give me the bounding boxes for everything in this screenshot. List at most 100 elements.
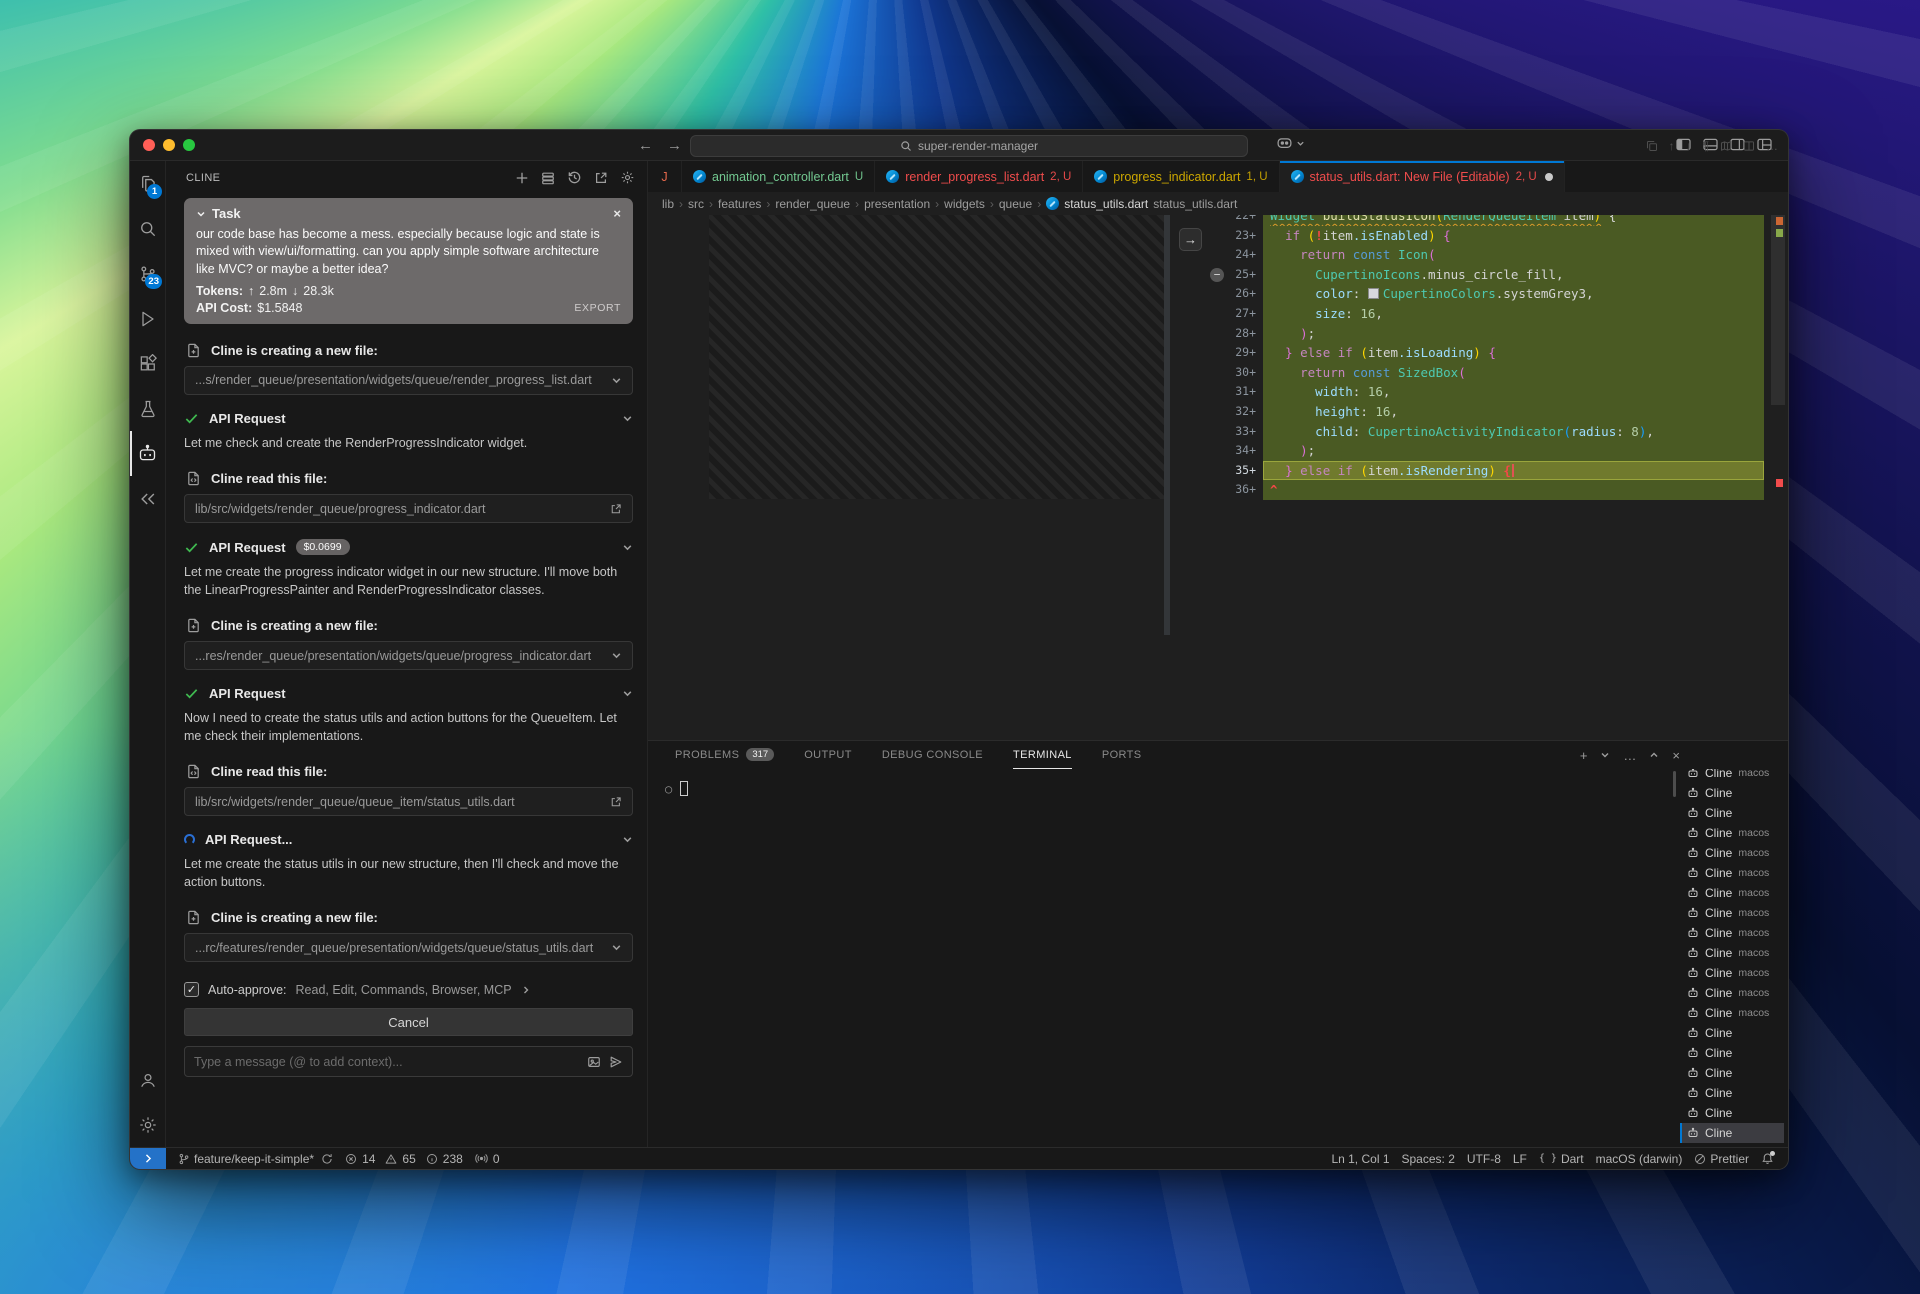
editor-tab[interactable]: render_progress_list.dart 2, U [875,161,1083,192]
split-editor-icon[interactable] [1743,140,1755,152]
panel-tab[interactable]: TERMINAL [1013,741,1072,769]
terminal-view[interactable]: ○ Cline macos [648,769,1788,1147]
remote-indicator[interactable] [130,1148,166,1169]
sidebar-item-testing[interactable] [130,386,165,431]
code-line[interactable]: 31+ width: 16, [1207,382,1764,402]
code-line[interactable]: 28+ ); [1207,324,1764,344]
open-external-icon[interactable] [610,503,622,515]
chevron-down-icon[interactable] [622,542,633,553]
problems-status[interactable]: 14 65 238 [339,1148,469,1169]
code-line[interactable]: 29+ } else if (item.isLoading) { [1207,343,1764,363]
terminal-instance-row[interactable]: Cline macos [1680,769,1784,783]
breadcrumb-item[interactable]: widgets [944,197,985,211]
terminal-instance-row[interactable]: Cline macos [1680,863,1784,883]
notifications-button[interactable] [1755,1152,1780,1165]
terminal-list-scrollbar[interactable] [1673,771,1676,797]
open-in-editor-icon[interactable] [594,170,608,185]
modified-dot-icon[interactable] [1545,173,1553,181]
collapse-icon[interactable]: − [1210,268,1224,282]
terminal-instance-row[interactable]: Cline [1680,1043,1784,1063]
file-path-box[interactable]: ...res/render_queue/presentation/widgets… [184,641,633,670]
terminal-instance-row[interactable]: Cline [1680,1023,1784,1043]
file-path-box[interactable]: ...s/render_queue/presentation/widgets/q… [184,366,633,395]
new-terminal-icon[interactable]: + [1580,748,1588,763]
code-line[interactable]: 34+ ); [1207,441,1764,461]
breadcrumb-item[interactable]: presentation [864,197,930,211]
code-line[interactable]: 35+ } else if (item.isRendering) { [1207,461,1764,481]
terminal-instance-row[interactable]: Cline [1680,783,1784,803]
terminal-instance-row[interactable]: Cline [1680,1103,1784,1123]
maximize-panel-icon[interactable] [1649,750,1659,760]
code-view[interactable]: 22+ Widget buildStatusIcon(RenderQueueIt… [1207,215,1764,509]
close-panel-icon[interactable]: × [1672,748,1680,763]
api-request-section[interactable]: API Request $0.0699 Let me create the pr… [184,539,633,607]
minimize-window-button[interactable] [163,139,175,151]
terminal-instance-row[interactable]: Cline macos [1680,963,1784,983]
open-external-icon[interactable] [610,796,622,808]
indentation-status[interactable]: Spaces: 2 [1396,1152,1461,1166]
command-center-search[interactable]: super-render-manager [690,135,1248,157]
new-task-icon[interactable] [515,170,529,185]
export-button[interactable]: EXPORT [574,302,621,314]
sidebar-item-source-control[interactable]: 23 [130,251,165,296]
nav-back-button[interactable]: ← [638,137,653,154]
code-line[interactable]: 30+ return const SizedBox( [1207,363,1764,383]
terminal-instance-row[interactable]: Cline macos [1680,1003,1784,1023]
sidebar-item-extensions[interactable] [130,341,165,386]
nav-forward-button[interactable]: → [667,137,682,154]
formatter-status[interactable]: Prettier [1688,1152,1755,1166]
editor-tab[interactable]: animation_controller.dart U [682,161,875,192]
code-line[interactable]: 32+ height: 16, [1207,402,1764,422]
chevron-down-icon[interactable] [622,413,633,424]
terminal-instance-row[interactable]: Cline [1680,803,1784,823]
terminal-instance-row[interactable]: Cline macos [1680,923,1784,943]
breadcrumb-item[interactable]: queue [999,197,1032,211]
terminal-instance-row[interactable]: Cline macos [1680,943,1784,963]
next-change-icon[interactable]: ↓ [1686,139,1692,153]
code-line[interactable]: 36+ ^ [1207,480,1764,500]
panel-tab[interactable]: DEBUG CONSOLE [882,741,983,769]
eol-status[interactable]: LF [1507,1152,1533,1166]
panel-tab[interactable]: OUTPUT [804,741,852,769]
copy-icon[interactable] [1646,140,1658,152]
api-request-section[interactable]: API Request Now I need to create the sta… [184,686,633,753]
git-branch-status[interactable]: feature/keep-it-simple* [172,1148,339,1169]
panel-tab[interactable]: PROBLEMS 317 [675,741,774,769]
os-status[interactable]: macOS (darwin) [1590,1152,1689,1166]
sidebar-item-run-debug[interactable] [130,296,165,341]
message-input[interactable]: Type a message (@ to add context)... [184,1046,633,1077]
terminal-instance-row[interactable]: Cline [1680,1063,1784,1083]
history-icon[interactable] [567,170,582,185]
code-line[interactable]: 23+ if (!item.isEnabled) { [1207,226,1764,246]
breadcrumb-item[interactable]: features [718,197,761,211]
close-task-icon[interactable]: × [613,206,621,221]
terminal-instance-row[interactable]: Cline macos [1680,903,1784,923]
editor-tab[interactable]: status_utils.dart: New File (Editable) 2… [1280,161,1565,192]
settings-gear-icon[interactable] [620,170,635,185]
chevron-down-icon[interactable] [196,209,206,219]
code-line[interactable]: 22+ Widget buildStatusIcon(RenderQueueIt… [1207,215,1764,226]
terminal-instance-row[interactable]: Cline macos [1680,843,1784,863]
prev-change-icon[interactable]: ↑ [1669,139,1675,153]
file-path-box[interactable]: lib/src/widgets/render_queue/progress_in… [184,494,633,523]
breadcrumb-item[interactable]: render_queue [775,197,850,211]
image-attach-icon[interactable] [587,1055,601,1069]
diff-scrollbar[interactable] [1164,215,1170,635]
chevron-right-icon[interactable] [521,985,531,995]
sidebar-item-cline[interactable] [130,431,165,476]
cancel-button[interactable]: Cancel [184,1008,633,1036]
breadcrumb-item[interactable]: lib [662,197,674,211]
breadcrumb-item-current[interactable]: status_utils.dart [1046,197,1148,211]
zoom-window-button[interactable] [183,139,195,151]
encoding-status[interactable]: UTF-8 [1461,1152,1507,1166]
more-actions-icon[interactable]: … [1623,748,1636,763]
map-icon[interactable] [1720,140,1732,152]
mcp-servers-icon[interactable] [541,170,555,185]
file-path-box[interactable]: lib/src/widgets/render_queue/queue_item/… [184,787,633,816]
code-line[interactable]: 24+ return const Icon( [1207,245,1764,265]
terminal-instance-row[interactable]: Cline [1680,1123,1784,1143]
terminal-instance-row[interactable]: Cline macos [1680,823,1784,843]
sidebar-item-search[interactable] [130,206,165,251]
chevron-down-icon[interactable] [622,834,633,845]
breadcrumb-item[interactable]: status_utils.dart [1153,197,1237,211]
